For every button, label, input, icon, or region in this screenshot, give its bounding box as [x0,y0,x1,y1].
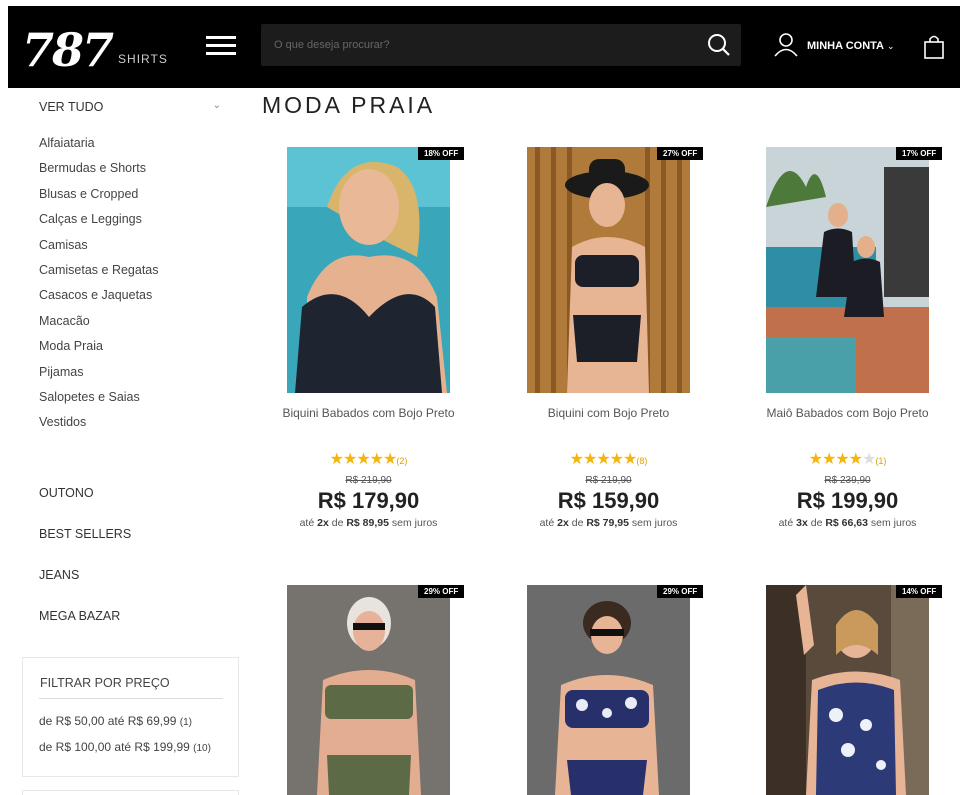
price-filter-count: (10) [193,743,211,754]
hamburger-menu-icon[interactable] [206,36,236,56]
category-link[interactable]: Calças e Leggings [39,212,159,237]
star-icon: ★★★★★ [569,451,638,468]
section-link-jeans[interactable]: JEANS [39,568,79,582]
price-filter-label: de R$ 50,00 até R$ 69,99 [39,714,177,728]
star-empty-icon: ★ [862,451,876,468]
product-image[interactable] [527,585,690,795]
divider [39,698,223,699]
product-image[interactable] [287,585,450,795]
price-filter-count: (1) [179,717,193,728]
shopping-bag-icon[interactable] [923,34,945,60]
filter-box-partial [22,790,239,795]
page: 787 SHIRTS MINHA CONTA ⌄ VER TUDO ⌄ [0,0,960,795]
discount-badge: 14% OFF [896,585,943,598]
search-input[interactable] [261,24,691,66]
discount-badge: 29% OFF [418,585,465,598]
price-filter-title: FILTRAR POR PREÇO [40,676,170,690]
discount-badge: 29% OFF [657,585,704,598]
star-icon: ★★★★★ [329,451,398,468]
category-link[interactable]: Camisetas e Regatas [39,263,159,288]
rating-count: (2) [396,456,408,466]
product-image[interactable] [766,585,929,795]
section-link-mega-bazar[interactable]: MEGA BAZAR [39,609,120,623]
category-link[interactable]: Vestidos [39,415,159,440]
category-link[interactable]: Alfaiataria [39,136,159,161]
old-price: R$ 239,90 [824,475,871,486]
current-price: R$ 199,90 [796,488,899,513]
discount-badge: 17% OFF [896,147,943,160]
product-image[interactable] [287,147,450,393]
category-link[interactable]: Casacos e Jaquetas [39,288,159,313]
rating-count: (1) [875,456,887,466]
account-label: MINHA CONTA [807,40,884,52]
product-name[interactable]: Maiô Babados com Bojo Preto [706,406,960,420]
search-bar [261,24,741,66]
category-sidebar: VER TUDO ⌄ Alfaiataria Bermudas e Shorts… [0,88,250,795]
logo-number: 787 [22,23,114,77]
product-image[interactable] [527,147,690,393]
price-filter-option[interactable]: de R$ 50,00 até R$ 69,99 (1) [39,714,192,728]
category-link[interactable]: Moda Praia [39,339,159,364]
user-icon [773,31,799,62]
price-filter-option[interactable]: de R$ 100,00 até R$ 199,99 (10) [39,740,211,754]
section-link-outono[interactable]: OUTONO [39,486,94,500]
rating-count: (8) [636,456,648,466]
chevron-down-icon: ⌄ [212,100,221,111]
category-list: Alfaiataria Bermudas e Shorts Blusas e C… [39,136,159,441]
page-title: MODA PRAIA [262,92,436,118]
category-link[interactable]: Camisas [39,238,159,263]
star-icon: ★★★★ [808,451,863,468]
category-link[interactable]: Blusas e Cropped [39,187,159,212]
price-filter-label: de R$ 100,00 até R$ 199,99 [39,740,190,754]
discount-badge: 18% OFF [418,147,465,160]
product-image[interactable] [766,147,929,393]
ver-tudo-toggle[interactable]: VER TUDO ⌄ [39,100,221,116]
category-link[interactable]: Macacão [39,314,159,339]
price-filter: FILTRAR POR PREÇO de R$ 50,00 até R$ 69,… [22,657,239,777]
discount-badge: 27% OFF [657,147,704,160]
category-link[interactable]: Pijamas [39,365,159,390]
search-icon[interactable] [707,33,731,57]
ver-tudo-label: VER TUDO [39,100,104,114]
category-link[interactable]: Bermudas e Shorts [39,161,159,186]
site-header: 787 SHIRTS MINHA CONTA ⌄ [8,6,960,88]
installments: até 3x de R$ 66,63 sem juros [778,517,917,529]
account-menu[interactable]: MINHA CONTA ⌄ [773,32,895,60]
category-link[interactable]: Salopetes e Saias [39,390,159,415]
section-link-best-sellers[interactable]: BEST SELLERS [39,527,131,541]
logo-subtitle: SHIRTS [118,52,168,66]
product-rating: ★★★★★(1) [706,452,960,469]
logo[interactable]: 787 SHIRTS [22,20,168,74]
chevron-down-icon: ⌄ [887,40,895,51]
